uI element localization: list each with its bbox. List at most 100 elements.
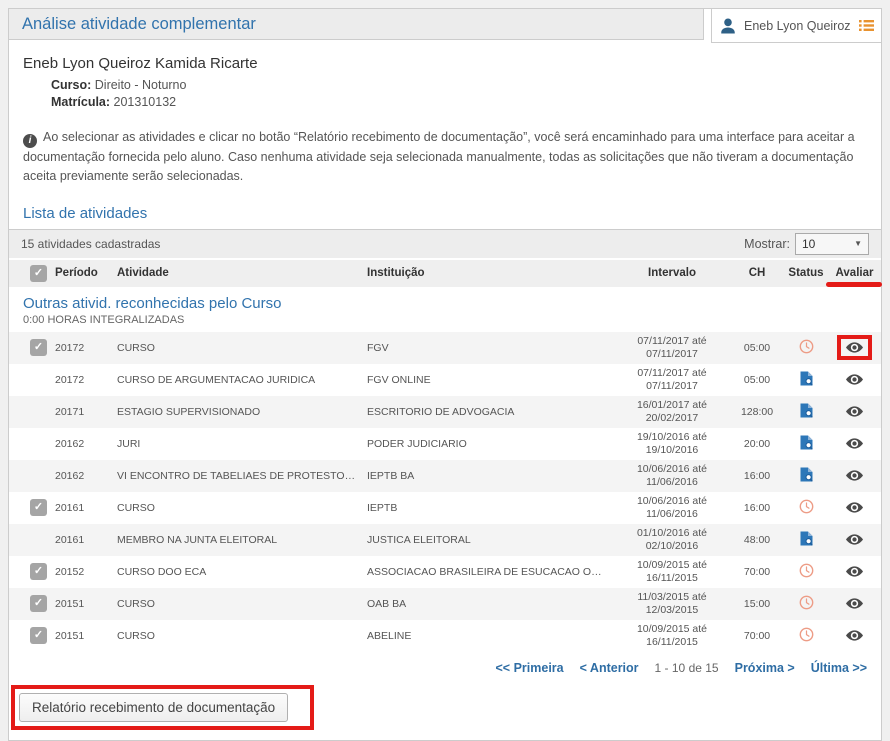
menu-icon[interactable] [859,19,874,32]
cell-avaliar [830,335,879,360]
cell-periodo: 20151 [55,630,117,642]
curso-label: Curso: [51,78,91,92]
pending-clock-icon [799,339,814,354]
cell-periodo: 20162 [55,438,117,450]
cell-atividade: CURSO [117,502,367,514]
mostrar-label: Mostrar: [744,237,790,251]
table-row: ✓ 20151 CURSO OAB BA 11/03/2015 até 12/0… [9,588,881,620]
row-checkbox[interactable]: ✓ [30,563,47,580]
cell-periodo: 20172 [55,342,117,354]
row-checkbox[interactable]: ✓ [30,339,47,356]
eye-icon[interactable] [841,433,868,454]
eye-icon[interactable] [841,625,868,646]
cell-status [782,403,830,421]
document-review-icon [800,403,813,418]
cell-status [782,467,830,485]
cell-avaliar [830,625,879,646]
eye-icon[interactable] [841,593,868,614]
cell-periodo: 20171 [55,406,117,418]
cell-ch: 20:00 [732,438,782,450]
cell-status [782,435,830,453]
pagination-first[interactable]: << Primeira [496,661,564,675]
eye-icon[interactable] [837,335,872,360]
eye-icon[interactable] [841,401,868,422]
pagination: << Primeira < Anterior 1 - 10 de 15 Próx… [9,652,881,679]
cell-periodo: 20151 [55,598,117,610]
eye-icon[interactable] [841,561,868,582]
cell-status [782,595,830,613]
pagination-last[interactable]: Última >> [811,661,867,675]
cell-intervalo: 10/06/2016 até 11/06/2016 [612,495,732,521]
page-size-control: Mostrar: 10 ▼ [744,233,869,255]
page-size-select[interactable]: 10 ▼ [795,233,869,255]
pending-clock-icon [799,563,814,578]
document-review-icon [800,531,813,546]
curso-value: Direito - Noturno [95,78,187,92]
cell-instituicao: IEPTB [367,502,612,514]
cell-ch: 70:00 [732,566,782,578]
row-checkbox[interactable]: ✓ [30,499,47,516]
group-subtitle: 0:00 HORAS INTEGRALIZADAS [23,314,867,326]
cell-avaliar [830,561,879,582]
table-row: ✓ 20172 CURSO DE ARGUMENTACAO JURIDICA F… [9,364,881,396]
info-note-text: Ao selecionar as atividades e clicar no … [23,130,855,183]
cell-instituicao: FGV [367,342,612,354]
matricula-label: Matrícula: [51,95,110,109]
table-row: ✓ 20171 ESTAGIO SUPERVISIONADO ESCRITORI… [9,396,881,428]
cell-intervalo: 10/06/2016 até 11/06/2016 [612,463,732,489]
table-row: ✓ 20162 VI ENCONTRO DE TABELIAES DE PROT… [9,460,881,492]
cell-instituicao: JUSTICA ELEITORAL [367,534,612,546]
cell-atividade: CURSO [117,598,367,610]
row-checkbox[interactable]: ✓ [30,627,47,644]
eye-icon[interactable] [841,465,868,486]
eye-icon[interactable] [841,497,868,518]
column-status: Status [782,267,830,279]
red-box-annotation: Relatório recebimento de documentação [11,685,314,730]
cell-instituicao: ESCRITORIO DE ADVOGACIA [367,406,612,418]
table-row: ✓ 20152 CURSO DOO ECA ASSOCIACAO BRASILE… [9,556,881,588]
matricula-value: 201310132 [114,95,177,109]
page-title: Análise atividade complementar [22,15,256,34]
pagination-next[interactable]: Próxima > [735,661,795,675]
document-review-icon [800,371,813,386]
cell-avaliar [830,593,879,614]
column-avaliar-label: Avaliar [836,267,874,279]
cell-status [782,339,830,357]
cell-ch: 15:00 [732,598,782,610]
student-name: Eneb Lyon Queiroz Kamida Ricarte [23,55,867,72]
column-avaliar: Avaliar [830,267,879,279]
cell-instituicao: IEPTB BA [367,470,612,482]
section-title: Lista de atividades [9,205,881,230]
cell-status [782,499,830,517]
cell-atividade: CURSO DOO ECA [117,566,367,578]
student-info: Eneb Lyon Queiroz Kamida Ricarte Curso: … [9,43,881,114]
select-all-checkbox[interactable]: ✓ [30,265,47,282]
row-checkbox[interactable]: ✓ [30,595,47,612]
eye-icon[interactable] [841,369,868,390]
cell-intervalo: 10/09/2015 até 16/11/2015 [612,623,732,649]
cell-ch: 05:00 [732,374,782,386]
activity-group-header: Outras ativid. reconhecidas pelo Curso 0… [9,287,881,332]
cell-periodo: 20161 [55,534,117,546]
eye-icon[interactable] [841,529,868,550]
cell-status [782,627,830,645]
cell-periodo: 20152 [55,566,117,578]
cell-instituicao: PODER JUDICIARIO [367,438,612,450]
cell-periodo: 20172 [55,374,117,386]
pagination-prev[interactable]: < Anterior [580,661,639,675]
cell-intervalo: 07/11/2017 até 07/11/2017 [612,367,732,393]
pending-clock-icon [799,499,814,514]
title-bar: Análise atividade complementar [9,9,704,40]
column-ch: CH [732,267,782,279]
cell-avaliar [830,465,879,486]
user-box[interactable]: Eneb Lyon Queiroz K... [711,9,881,43]
relatorio-recebimento-button[interactable]: Relatório recebimento de documentação [19,693,288,722]
cell-intervalo: 11/03/2015 até 12/03/2015 [612,591,732,617]
cell-atividade: CURSO [117,630,367,642]
document-review-icon [800,467,813,482]
red-underline-annotation [826,282,882,287]
cell-instituicao: FGV ONLINE [367,374,612,386]
student-matricula: Matrícula: 201310132 [51,95,867,109]
cell-avaliar [830,529,879,550]
activities-count: 15 atividades cadastradas [21,237,160,251]
